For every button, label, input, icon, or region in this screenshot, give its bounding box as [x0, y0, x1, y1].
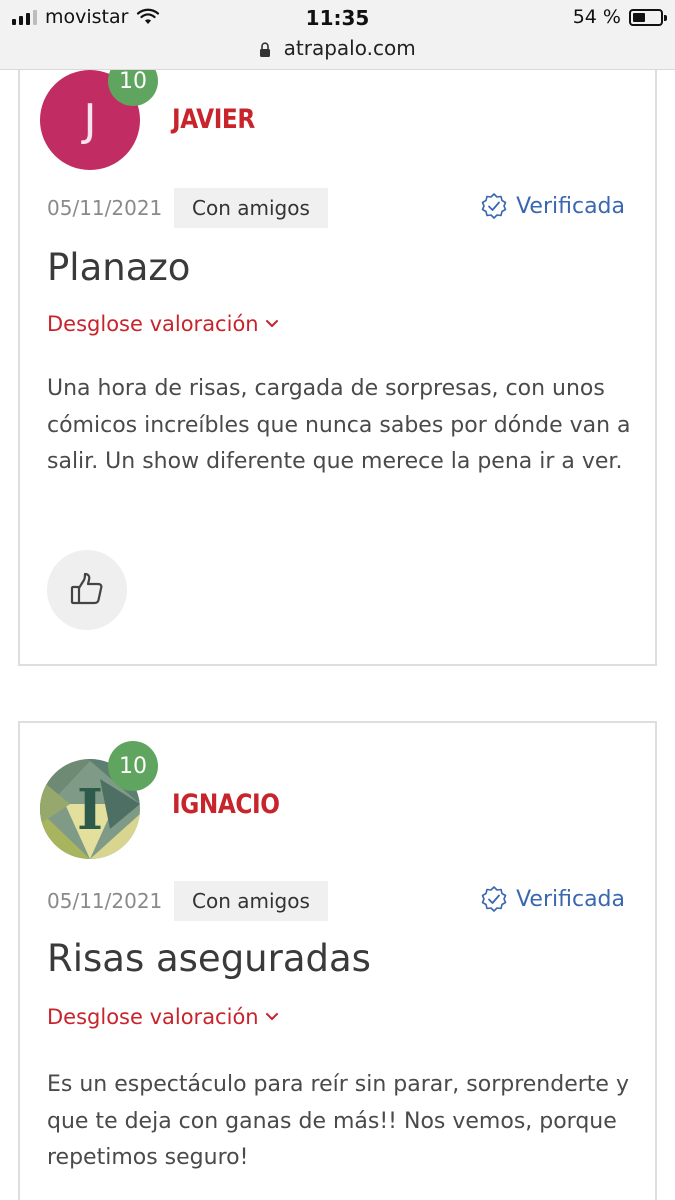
rating-breakdown-label: Desglose valoración [47, 312, 259, 336]
score-badge: 10 [108, 741, 158, 791]
review-date: 05/11/2021 [47, 889, 163, 913]
review-card: I 10 IGNACIO 05/11/2021 Con amigos Verif… [18, 721, 657, 1200]
verified-badge: Verificada [480, 885, 625, 913]
thumbs-up-icon [70, 572, 103, 605]
avatar-initial: I [77, 777, 103, 843]
address-bar[interactable]: atrapalo.com [0, 36, 675, 60]
battery-percent: 54 % [572, 6, 621, 28]
review-body: Una hora de risas, cargada de sorpresas,… [47, 376, 631, 474]
reviewer-name[interactable]: IGNACIO [172, 789, 280, 820]
review-card: J 10 JAVIER 05/11/2021 Con amigos Verifi… [18, 30, 657, 666]
chevron-down-icon [265, 320, 278, 327]
verified-badge: Verificada [480, 192, 625, 220]
browser-top-bar: movistar 11:35 54 % atrapalo.com [0, 0, 675, 70]
page: J 10 JAVIER 05/11/2021 Con amigos Verifi… [0, 0, 675, 1200]
lock-icon [260, 41, 271, 57]
review-meta: 05/11/2021 Con amigos Verificada [47, 881, 625, 921]
travel-type-tag: Con amigos [174, 881, 328, 921]
review-date: 05/11/2021 [47, 196, 163, 220]
like-button[interactable] [47, 550, 127, 630]
reviewer-name[interactable]: JAVIER [172, 104, 255, 135]
url-text: atrapalo.com [283, 36, 416, 60]
verified-icon [481, 886, 507, 912]
review-meta: 05/11/2021 Con amigos Verificada [47, 188, 625, 228]
chevron-down-icon [265, 1013, 278, 1020]
review-title: Planazo [47, 246, 191, 289]
travel-type-tag: Con amigos [174, 188, 328, 228]
battery-icon [629, 8, 667, 26]
verified-label: Verificada [516, 886, 625, 912]
verified-icon [481, 193, 507, 219]
review-title: Risas aseguradas [47, 937, 371, 980]
avatar-initial: J [83, 94, 97, 146]
rating-breakdown-toggle[interactable]: Desglose valoración [47, 312, 279, 336]
battery-status: 54 % [572, 6, 667, 28]
verified-label: Verificada [516, 193, 625, 219]
review-body: Es un espectáculo para reír sin parar, s… [47, 1072, 629, 1170]
rating-breakdown-label: Desglose valoración [47, 1005, 259, 1029]
rating-breakdown-toggle[interactable]: Desglose valoración [47, 1005, 279, 1029]
